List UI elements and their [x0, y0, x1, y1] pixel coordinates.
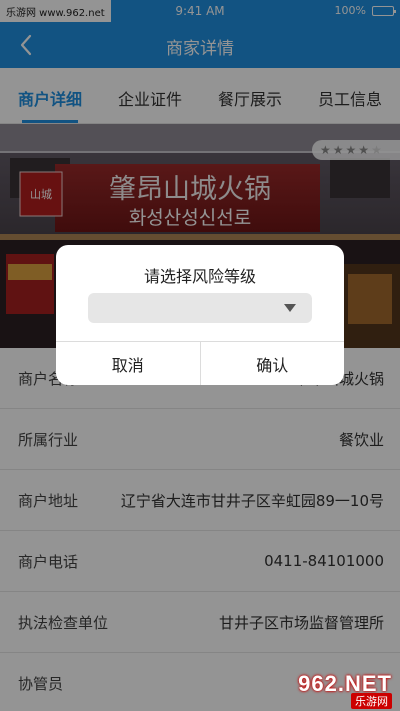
- risk-level-select[interactable]: [88, 293, 312, 323]
- dialog-buttons: 取消 确认: [56, 341, 344, 385]
- cancel-button[interactable]: 取消: [56, 342, 200, 385]
- confirm-button[interactable]: 确认: [199, 342, 345, 385]
- caret-down-icon: [284, 304, 296, 312]
- dialog-title: 请选择风险等级: [143, 267, 256, 286]
- watermark-subtext: 乐游网: [351, 693, 392, 709]
- watermark-logo: 962.NET 乐游网: [258, 661, 400, 711]
- risk-level-dialog: 请选择风险等级 取消 确认: [56, 245, 344, 385]
